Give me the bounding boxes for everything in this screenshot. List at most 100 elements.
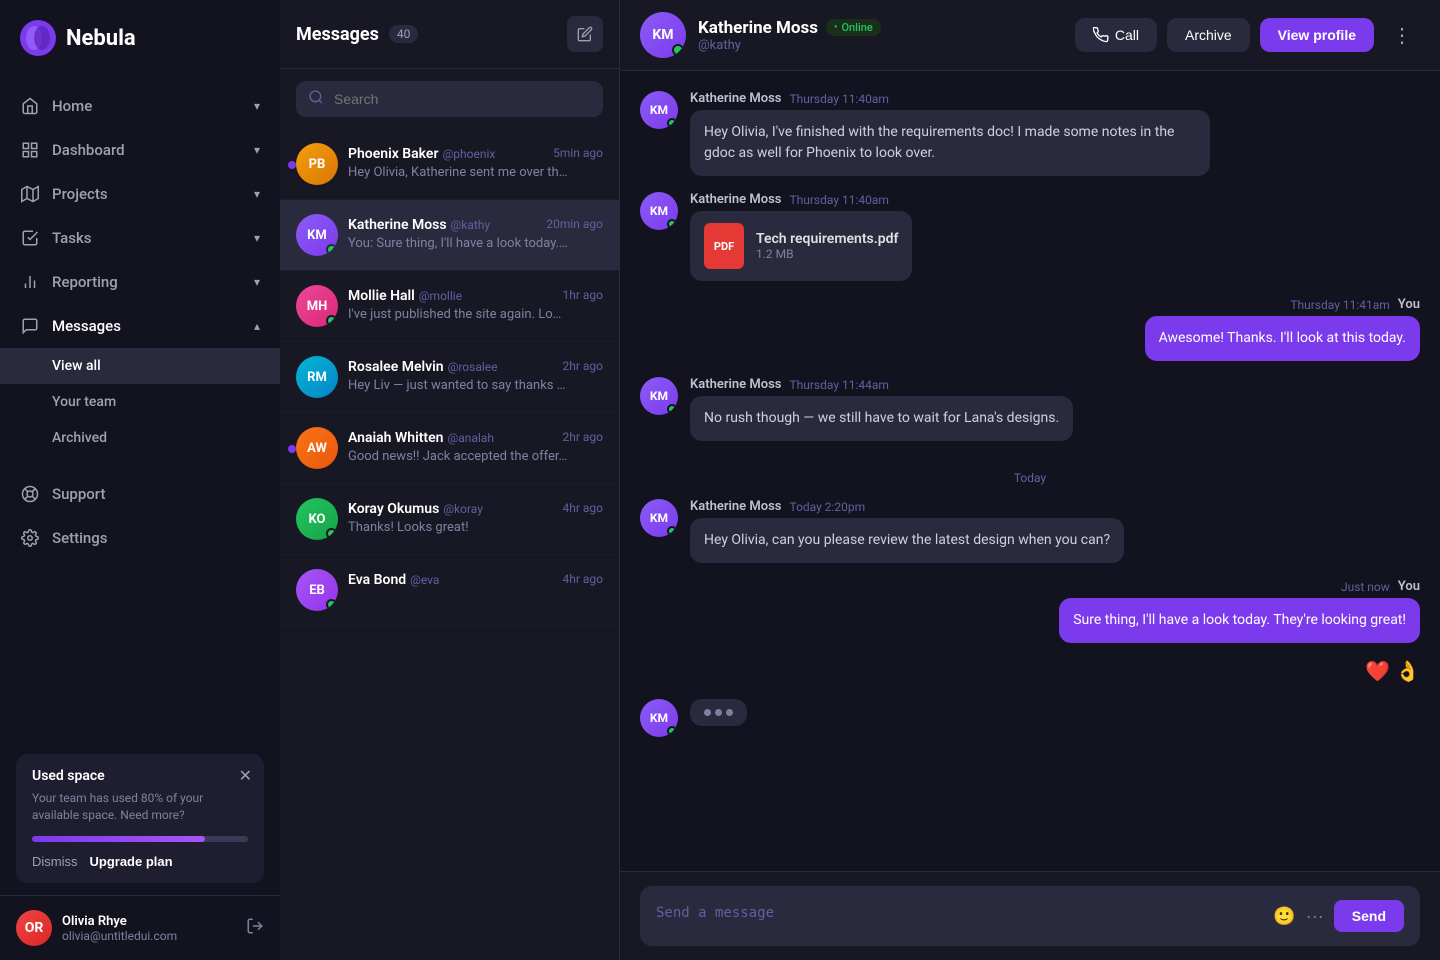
online-indicator	[326, 528, 337, 539]
contact-name: Katherine Moss	[348, 217, 447, 233]
contact-handle: @mollie	[419, 289, 462, 303]
avatar: KM	[640, 91, 678, 129]
message-timestamp: Thursday 11:41am	[1290, 298, 1389, 312]
messages-count: 40	[389, 25, 419, 43]
list-item[interactable]: MH Mollie Hall @mollie 1hr ago I've just…	[280, 271, 619, 342]
list-item[interactable]: KM Katherine Moss @kathy 20min ago You: …	[280, 200, 619, 271]
contact-name: Rosalee Melvin	[348, 359, 444, 375]
list-item[interactable]: AW Anaiah Whitten @analah 2hr ago Good n…	[280, 413, 619, 484]
online-indicator	[667, 526, 677, 536]
more-options-button[interactable]: ⋮	[1384, 19, 1420, 52]
pdf-icon: PDF	[704, 223, 744, 269]
more-input-options-button[interactable]: ···	[1306, 906, 1324, 927]
sidebar-item-settings[interactable]: Settings	[0, 516, 280, 560]
user-name: Olivia Rhye	[62, 914, 236, 929]
message-time: 4hr ago	[562, 572, 603, 586]
send-button[interactable]: Send	[1334, 900, 1404, 932]
file-attachment[interactable]: PDF Tech requirements.pdf 1.2 MB	[690, 211, 912, 281]
list-item[interactable]: PB Phoenix Baker @phoenix 5min ago Hey O…	[280, 129, 619, 200]
date-divider: Today	[640, 471, 1420, 485]
typing-indicator	[690, 699, 747, 726]
sidebar-item-dashboard-label: Dashboard	[52, 141, 125, 159]
dashboard-icon	[20, 140, 40, 160]
contact-handle: @kathy	[451, 218, 491, 232]
contact-name: Mollie Hall	[348, 288, 415, 304]
online-indicator	[667, 726, 677, 736]
sidebar-item-support[interactable]: Support	[0, 472, 280, 516]
avatar: OR	[16, 910, 52, 946]
sidebar-item-home[interactable]: Home ▾	[0, 84, 280, 128]
message-time: 2hr ago	[562, 430, 603, 444]
table-row: KM	[640, 699, 1420, 737]
sidebar-item-reporting-label: Reporting	[52, 273, 118, 291]
message-sender: Katherine Moss	[690, 377, 781, 392]
messages-list: PB Phoenix Baker @phoenix 5min ago Hey O…	[280, 129, 619, 960]
used-space-description: Your team has used 80% of your available…	[32, 790, 248, 824]
avatar: AW	[296, 427, 338, 469]
sidebar-item-messages[interactable]: Messages ▴	[0, 304, 280, 348]
sidebar-item-support-label: Support	[52, 485, 105, 503]
online-indicator	[667, 219, 677, 229]
sidebar-item-your-team[interactable]: Your team	[0, 384, 280, 420]
chat-contact-handle: @kathy	[698, 38, 881, 53]
contact-handle: @rosalee	[448, 360, 498, 374]
view-profile-button[interactable]: View profile	[1260, 18, 1374, 52]
sidebar-item-dashboard[interactable]: Dashboard ▾	[0, 128, 280, 172]
contact-handle: @koray	[443, 502, 483, 516]
projects-icon	[20, 184, 40, 204]
list-item[interactable]: EB Eva Bond @eva 4hr ago	[280, 555, 619, 626]
compose-button[interactable]	[567, 16, 603, 52]
avatar: MH	[296, 285, 338, 327]
message-preview: Hey Liv — just wanted to say thanks for …	[348, 377, 568, 395]
call-button-label: Call	[1115, 27, 1139, 43]
message-input-box: 🙂 ··· Send	[640, 886, 1420, 946]
emoji-button[interactable]: 🙂	[1273, 906, 1295, 927]
home-icon	[20, 96, 40, 116]
close-used-space-button[interactable]: ✕	[239, 766, 252, 786]
upgrade-plan-button[interactable]: Upgrade plan	[90, 854, 173, 869]
sidebar: Nebula Home ▾ Dashboard ▾	[0, 0, 280, 960]
chevron-down-icon: ▾	[254, 187, 260, 201]
sidebar-item-view-all[interactable]: View all	[0, 348, 280, 384]
message-time: 5min ago	[553, 146, 603, 160]
message-preview: Thanks! Looks great!	[348, 519, 568, 537]
sidebar-item-projects[interactable]: Projects ▾	[0, 172, 280, 216]
sidebar-item-home-label: Home	[52, 97, 92, 115]
sidebar-item-archived[interactable]: Archived	[0, 420, 280, 456]
message-preview: Hey Olivia, Katherine sent me over the l…	[348, 164, 568, 182]
online-indicator	[672, 44, 684, 56]
reporting-icon	[20, 272, 40, 292]
chat-bubble: No rush though — we still have to wait f…	[690, 396, 1073, 441]
used-space-progress-fill	[32, 836, 205, 842]
message-input[interactable]	[656, 905, 1263, 927]
message-sender: You	[1398, 297, 1420, 312]
sidebar-item-tasks-label: Tasks	[52, 229, 92, 247]
message-time: 1hr ago	[562, 288, 603, 302]
sidebar-item-reporting[interactable]: Reporting ▾	[0, 260, 280, 304]
messages-icon	[20, 316, 40, 336]
reaction-emojis: ❤️ 👌	[1365, 659, 1420, 683]
logo: Nebula	[0, 0, 280, 76]
call-button[interactable]: Call	[1075, 18, 1157, 52]
archive-button[interactable]: Archive	[1167, 18, 1250, 52]
sidebar-item-settings-label: Settings	[52, 529, 108, 547]
table-row: You Just now Sure thing, I'll have a loo…	[640, 579, 1420, 643]
file-name: Tech requirements.pdf	[756, 231, 898, 247]
list-item[interactable]: KO Koray Okumus @koray 4hr ago Thanks! L…	[280, 484, 619, 555]
contact-handle: @eva	[410, 573, 439, 587]
online-indicator	[667, 404, 677, 414]
online-status-badge: Online	[826, 19, 881, 36]
sidebar-item-tasks[interactable]: Tasks ▾	[0, 216, 280, 260]
messages-title: Messages	[296, 24, 379, 45]
dismiss-button[interactable]: Dismiss	[32, 854, 78, 869]
list-item[interactable]: RM Rosalee Melvin @rosalee 2hr ago Hey L…	[280, 342, 619, 413]
logout-button[interactable]	[246, 917, 264, 940]
search-input[interactable]	[296, 81, 603, 117]
tasks-icon	[20, 228, 40, 248]
table-row: KM Katherine Moss Thursday 11:40am PDF T…	[640, 192, 1420, 281]
chat-bubble: Awesome! Thanks. I'll look at this today…	[1145, 316, 1420, 361]
online-indicator	[326, 315, 337, 326]
support-icon	[20, 484, 40, 504]
sidebar-user-profile: OR Olivia Rhye olivia@untitledui.com	[0, 895, 280, 960]
online-indicator	[326, 244, 337, 255]
